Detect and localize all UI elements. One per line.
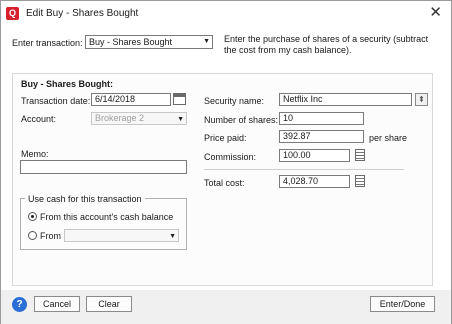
cancel-button[interactable]: Cancel [34,296,80,312]
transaction-type-select[interactable]: Buy - Shares Bought ▼ [85,35,213,49]
price-paid-label: Price paid: [204,133,247,143]
commission-label: Commission: [204,152,257,162]
window-title: Edit Buy - Shares Bought [26,8,139,19]
calculator-icon[interactable] [355,149,365,161]
cash-group-legend: Use cash for this transaction [25,194,145,204]
transaction-date-label: Transaction date: [21,96,91,106]
security-list-icon[interactable]: ⇞ [415,93,428,106]
dialog-window: Q Edit Buy - Shares Bought ✕ Enter trans… [0,0,452,324]
chevron-down-icon: ▼ [177,116,184,123]
total-separator [204,169,404,170]
chevron-down-icon: ▼ [169,233,176,240]
radio-from-account[interactable] [28,231,37,240]
calendar-icon[interactable] [173,93,186,105]
radio-own-cash-label: From this account's cash balance [40,212,174,222]
total-cost-label: Total cost: [204,178,245,188]
memo-field[interactable] [20,160,187,174]
cash-source-group [20,198,187,250]
transaction-type-value: Buy - Shares Bought [89,37,173,47]
memo-label: Memo: [21,149,49,159]
transaction-date-field[interactable]: 6/14/2018 [91,93,171,106]
from-account-select[interactable]: ▼ [64,229,179,242]
radio-from-label: From [40,231,61,241]
commission-field[interactable]: 100.00 [279,149,350,162]
account-label: Account: [21,114,57,124]
number-of-shares-label: Number of shares: [204,115,279,125]
account-value: Brokerage 2 [95,113,145,123]
calculator-icon[interactable] [355,175,365,187]
account-select[interactable]: Brokerage 2 ▼ [91,112,187,125]
per-share-label: per share [369,133,408,143]
radio-own-cash[interactable] [28,212,37,221]
transaction-description: Enter the purchase of shares of a securi… [224,34,429,55]
close-icon[interactable]: ✕ [429,4,442,22]
security-name-label: Security name: [204,96,265,106]
price-paid-field[interactable]: 392.87 [279,130,364,143]
title-bar: Q Edit Buy - Shares Bought ✕ [1,1,451,27]
quicken-app-icon: Q [6,7,19,20]
security-name-field[interactable]: Netflix Inc [279,93,412,106]
chevron-down-icon: ▼ [203,38,210,45]
enter-transaction-label: Enter transaction: [12,38,83,48]
enter-done-button[interactable]: Enter/Done [370,296,435,312]
help-icon[interactable]: ? [12,297,27,312]
clear-button[interactable]: Clear [86,296,132,312]
section-heading: Buy - Shares Bought: [21,79,114,89]
total-cost-field[interactable]: 4,028.70 [279,175,350,188]
number-of-shares-field[interactable]: 10 [279,112,364,125]
